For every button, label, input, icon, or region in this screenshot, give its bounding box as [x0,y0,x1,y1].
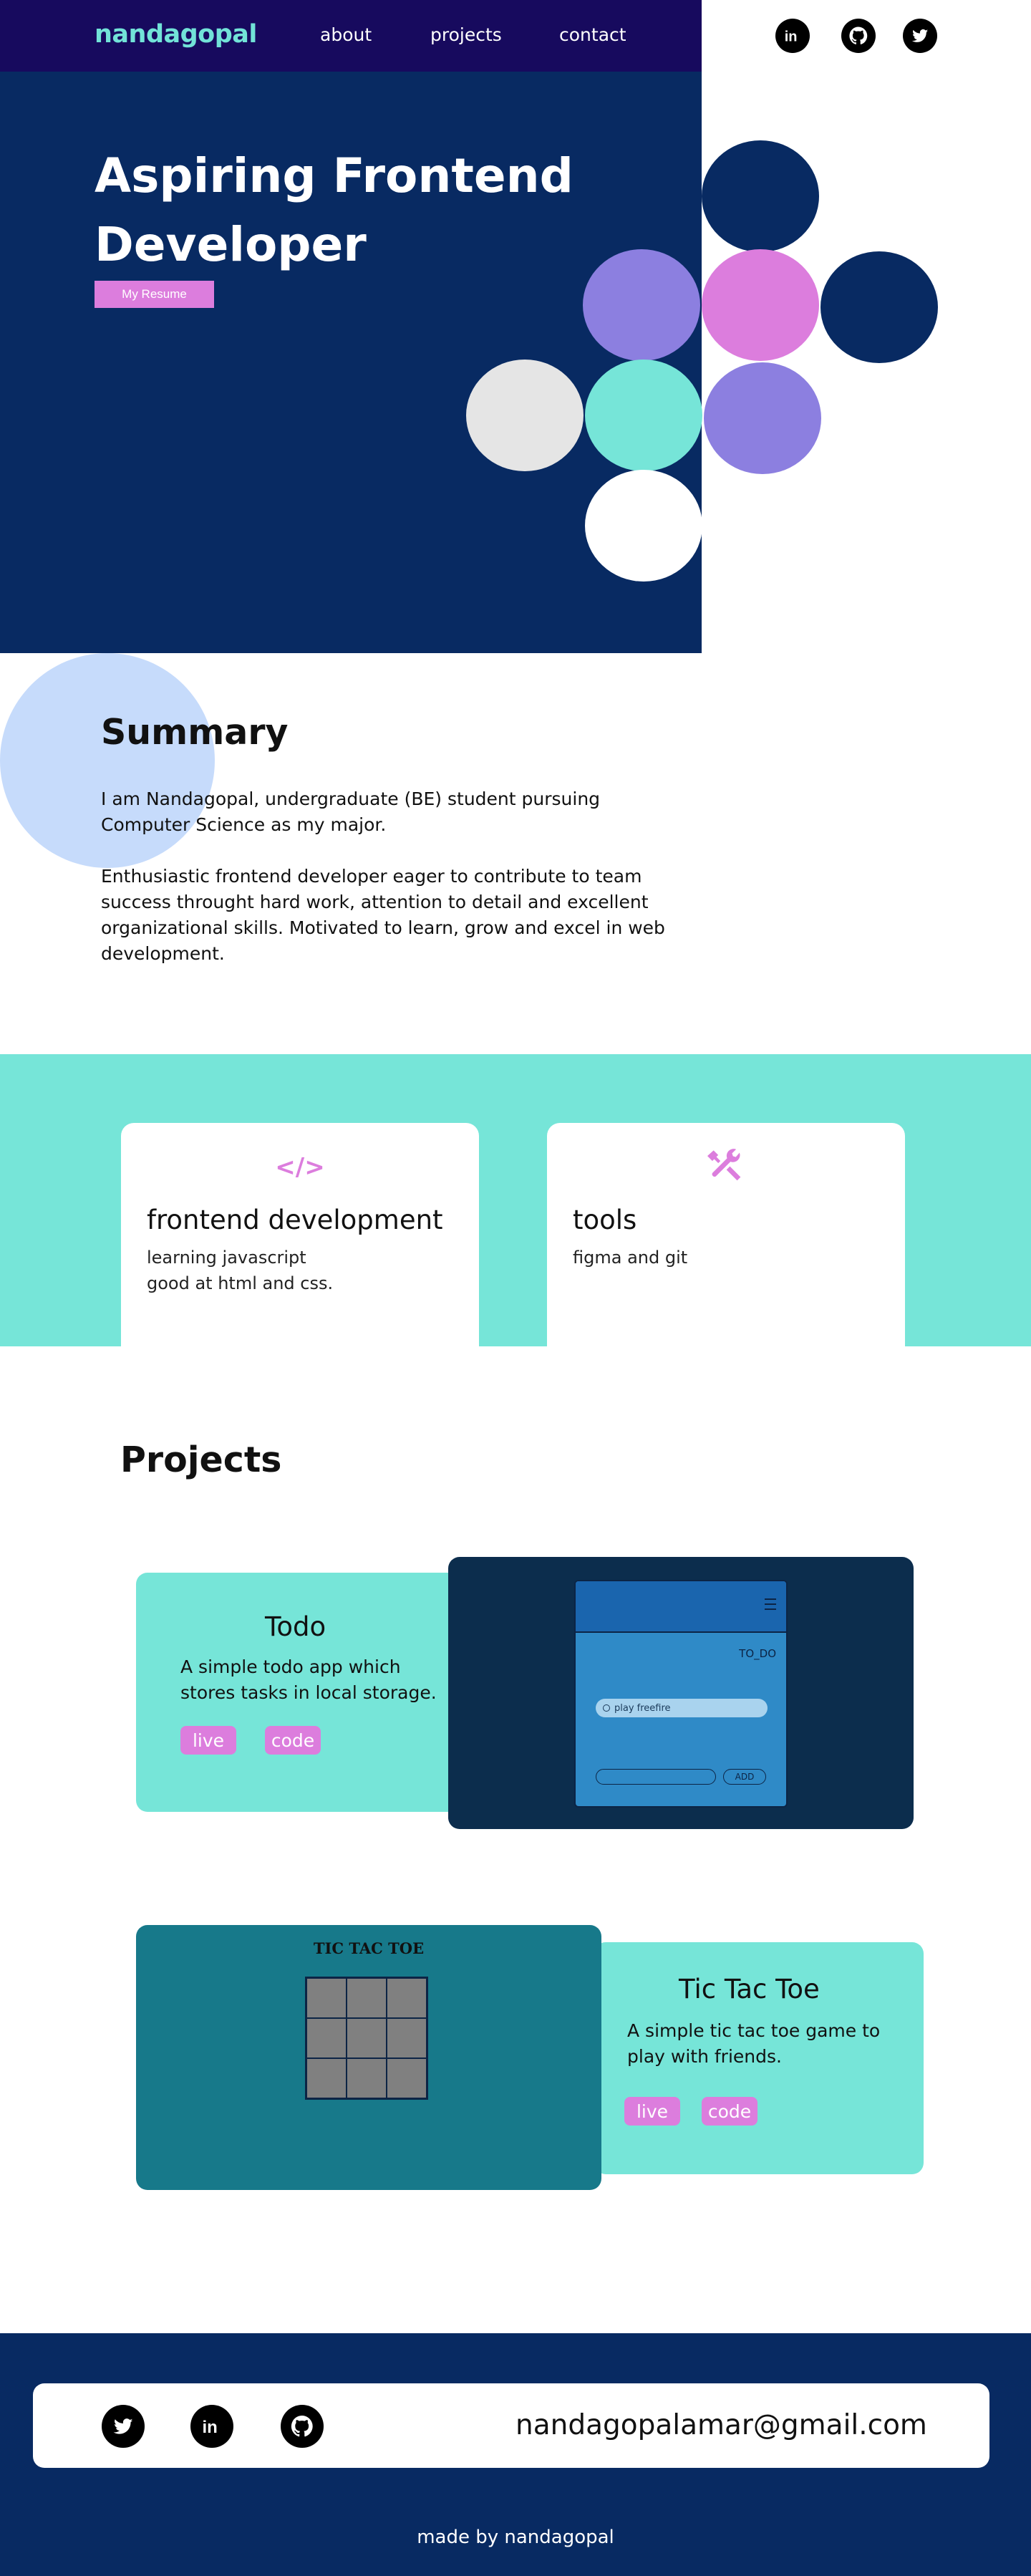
decor-circle [702,140,819,252]
summary-paragraph-2: Enthusiastic frontend developer eager to… [101,866,665,964]
decor-circle [821,251,938,363]
summary-paragraph-1: I am Nandagopal, undergraduate (BE) stud… [101,788,601,835]
decor-circle [466,360,584,471]
tictactoe-preview-title: TIC TAC TOE [313,1939,425,1957]
tictactoe-preview[interactable]: TIC TAC TOE [136,1925,601,2190]
todo-preview-task: play freefire [596,1699,768,1717]
project-name: Tic Tac Toe [679,1974,820,2005]
board-cell [347,2018,387,2058]
skill-title: frontend development [147,1205,443,1235]
todo-preview-header [576,1581,786,1633]
nav-link-projects[interactable]: projects [430,24,502,45]
hero-title-line2: Developer [95,217,367,272]
code-button[interactable]: code [702,2097,757,2126]
nav-link-about[interactable]: about [320,24,372,45]
tools-icon [547,1149,905,1191]
contact-card: in nandagopalamar@gmail.com [33,2383,989,2468]
todo-preview-screen: TO_DO play freefire ADD [574,1580,788,1808]
decor-circle [704,362,821,474]
decor-circle [585,360,702,471]
todo-preview-add: ADD [723,1769,766,1785]
live-button[interactable]: live [180,1726,236,1755]
board-cell [347,2058,387,2098]
skill-line: good at html and css. [147,1273,334,1293]
code-icon: </> [275,1153,325,1182]
twitter-icon[interactable] [903,19,937,53]
board-cell [306,2018,347,2058]
todo-preview-label: TO_DO [739,1647,776,1660]
hero-title-line1: Aspiring Frontend [95,148,573,203]
project-card-tictactoe: Tic Tac Toe A simple tic tac toe game to… [594,1942,924,2174]
skill-line: learning javascript [147,1248,306,1268]
twitter-icon[interactable] [102,2405,145,2448]
hero-title: Aspiring Frontend Developer [95,142,596,279]
resume-button[interactable]: My Resume [95,281,214,308]
todo-preview-input [596,1769,716,1785]
skill-title: tools [573,1205,637,1235]
live-button[interactable]: live [624,2097,680,2126]
svg-text:in: in [785,29,798,45]
tictactoe-board [305,1977,428,2100]
board-cell [387,1978,427,2018]
project-desc-line: A simple tic tac toe game to [627,2020,881,2041]
project-name: Todo [265,1611,326,1642]
todo-preview-task-text: play freefire [614,1702,671,1714]
board-cell [347,1978,387,2018]
decor-circle [583,249,700,361]
board-cell [387,2058,427,2098]
github-icon[interactable] [841,19,876,53]
github-icon[interactable] [281,2405,324,2448]
board-cell [387,2018,427,2058]
skill-line: figma and git [573,1248,688,1268]
linkedin-icon[interactable]: in [190,2405,233,2448]
project-desc-line: play with friends. [627,2046,782,2067]
summary-title: Summary [101,712,289,753]
todo-preview[interactable]: TO_DO play freefire ADD [448,1557,914,1829]
project-desc-line: A simple todo app which [180,1656,401,1677]
skill-card-tools: tools figma and git [547,1123,905,1346]
code-button[interactable]: code [265,1726,321,1755]
decor-circle [702,249,819,361]
nav-link-contact[interactable]: contact [559,24,626,45]
contact-email[interactable]: nandagopalamar@gmail.com [516,2409,927,2441]
board-cell [306,2058,347,2098]
decor-circle [585,470,702,582]
projects-title: Projects [120,1439,282,1480]
navbar: nandagopal about projects contact [0,0,702,72]
site-logo[interactable]: nandagopal [95,20,257,49]
hamburger-icon [765,1598,776,1613]
board-cell [306,1978,347,2018]
made-by-text: made by nandagopal [417,2527,614,2548]
linkedin-icon[interactable]: in [775,19,810,53]
skill-card-frontend: </> frontend development learning javasc… [121,1123,479,1346]
footer: in nandagopalamar@gmail.com made by nand… [0,2333,1031,2576]
project-desc-line: stores tasks in local storage. [180,1682,437,1703]
project-card-todo: Todo A simple todo app which stores task… [136,1573,465,1812]
circle-icon [603,1704,610,1712]
svg-text:in: in [203,2418,218,2437]
